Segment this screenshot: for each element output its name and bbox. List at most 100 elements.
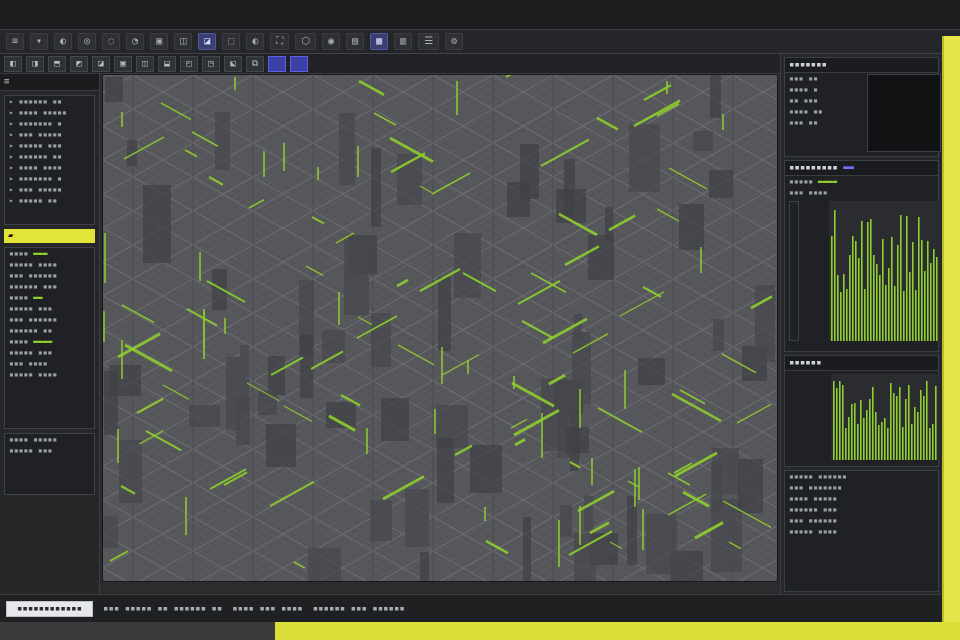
snap-icon[interactable]: ◳ [202, 55, 220, 72]
right-row[interactable]: ▪▪▪ ▪▪▪▪▪▪▪ [785, 482, 938, 493]
right-row[interactable]: ▪▪▪▪▪ ▬▬▬▬ [785, 176, 938, 187]
menu-item[interactable]: ▣ [150, 33, 169, 50]
signal-bar [912, 242, 914, 341]
right-row[interactable]: ▪▪▪▪▪ ▪▪▪▪ [785, 526, 938, 537]
split-icon[interactable]: ⬒ [48, 55, 66, 72]
shape-icon[interactable]: ⬕ [224, 55, 242, 72]
menu-item[interactable]: ◐ [54, 33, 73, 50]
right-row[interactable]: ▪▪▪▪▪▪ ▪▪▪ [785, 504, 938, 515]
property-row[interactable]: ▪▪▪▪ ▬▬▬ [5, 248, 94, 259]
property-row[interactable]: ▪▪▪▪▪ ▪▪▪ [5, 347, 94, 358]
property-row[interactable]: ▪▪▪ ▪▪▪▪▪▪ [5, 314, 94, 325]
signal-bar [839, 381, 841, 460]
signal-bar [929, 428, 931, 460]
right-row[interactable]: ▪▪▪ ▪▪▪▪ [785, 187, 938, 198]
grid-icon[interactable]: ◩ [70, 55, 88, 72]
menu-item[interactable]: ☰ [418, 33, 440, 50]
list-item[interactable]: ▸ ▪▪▪▪▪▪▪ ▪ [5, 173, 94, 184]
property-row[interactable]: ▪▪▪▪ ▬▬ [5, 292, 94, 303]
property-row[interactable]: ▪▪▪▪▪ ▪▪▪▪ [5, 259, 94, 270]
scene-block [572, 332, 591, 404]
menu-item[interactable]: ≡ [6, 33, 25, 50]
settings-icon[interactable]: ⚙ [445, 33, 464, 50]
menu-item[interactable]: ◐ [246, 33, 265, 50]
menu-item[interactable]: ▤ [346, 33, 365, 50]
menu-item[interactable]: ◎ [78, 33, 97, 50]
status-segment [0, 622, 276, 640]
menu-item[interactable]: ◔ [126, 33, 145, 50]
scene-block [574, 533, 596, 581]
list-item[interactable]: ▸ ▪▪▪▪▪▪ ▪▪ [5, 96, 94, 107]
menu-item[interactable]: ◫ [174, 33, 193, 50]
select-icon[interactable]: ▣ [114, 55, 132, 72]
scene-block [470, 445, 502, 493]
menu-item-active[interactable]: ▦ [370, 33, 389, 50]
view-icon[interactable]: ◫ [136, 55, 154, 72]
menu-item[interactable]: ◉ [322, 33, 341, 50]
scene-block [344, 240, 369, 315]
yellow-tab[interactable]: ▰ [4, 229, 95, 243]
property-row[interactable]: ▪▪▪▪▪ ▪▪▪▪ [5, 369, 94, 380]
signal-bar [894, 286, 896, 341]
bottom-field[interactable]: ▪▪▪▪▪▪▪▪▪▪▪▪ [6, 600, 94, 617]
graph-scrollbar[interactable] [789, 201, 799, 341]
signal-bar [905, 399, 907, 460]
list-item[interactable]: ▸ ▪▪▪▪▪ ▪▪ [5, 195, 94, 206]
yellow-edge-bar[interactable] [942, 36, 960, 622]
green-signal-graph [831, 374, 939, 460]
isometric-scene[interactable] [103, 75, 778, 582]
signal-bar [926, 381, 928, 460]
bottom-strip: ▪▪▪▪▪▪▪▪▪▪▪▪ ▪▪▪ ▪▪▪▪▪ ▪▪ ▪▪▪▪▪▪ ▪▪ ▪▪▪▪… [0, 594, 942, 622]
signal-bar [849, 255, 851, 341]
menu-item[interactable]: ◌ [102, 33, 121, 50]
bottom-label: ▪▪▪▪ ▪▪▪ ▪▪▪▪ [232, 603, 303, 614]
menu-item[interactable]: ⛶ [270, 33, 290, 50]
left-preview-block: ▪▪▪▪ ▪▪▪▪▪ ▪▪▪▪▪ ▪▪▪ [4, 433, 95, 495]
right-row[interactable]: ▪▪▪▪ ▪▪▪▪▪ [785, 493, 938, 504]
right-section-title: ▪▪▪▪▪▪ [785, 356, 938, 371]
signal-bar [840, 292, 842, 341]
scene-block [709, 170, 733, 198]
menu-item[interactable]: ▥ [394, 33, 413, 50]
menu-item[interactable]: ⬚ [222, 33, 241, 50]
signal-bar [927, 241, 929, 341]
signal-bar [831, 236, 833, 341]
right-row[interactable]: ▪▪▪ ▪▪▪▪▪▪ [785, 515, 938, 526]
signal-bar [897, 245, 899, 341]
property-row[interactable]: ▪▪▪▪ ▬▬▬▬ [5, 336, 94, 347]
list-item[interactable]: ▸ ▪▪▪ ▪▪▪▪▪ [5, 129, 94, 140]
property-row[interactable]: ▪▪▪ ▪▪▪▪ [5, 358, 94, 369]
signal-bar [854, 403, 856, 460]
box-icon[interactable]: ◰ [180, 55, 198, 72]
property-row[interactable]: ▪▪▪▪▪ ▪▪▪ [5, 303, 94, 314]
layer-icon[interactable]: ◧ [4, 55, 22, 72]
menu-item[interactable]: ▾ [30, 33, 49, 50]
frame-icon[interactable]: ◪ [92, 55, 110, 72]
list-item[interactable]: ▸ ▪▪▪▪ ▪▪▪▪ [5, 162, 94, 173]
property-row[interactable]: ▪▪▪ ▪▪▪▪▪▪ [5, 270, 94, 281]
scene-block [339, 113, 355, 185]
menu-item-active[interactable]: ◪ [198, 33, 217, 50]
scene-viewport[interactable] [102, 74, 778, 582]
menu-item[interactable]: ⬡ [295, 33, 317, 50]
scene-block [629, 124, 660, 192]
list-item[interactable]: ▸ ▪▪▪ ▪▪▪▪▪ [5, 184, 94, 195]
signal-bar [861, 221, 863, 341]
mini-preview[interactable] [867, 74, 941, 152]
active-tool-icon[interactable] [290, 55, 308, 72]
signal-bar [848, 417, 850, 460]
active-tool-icon[interactable] [268, 55, 286, 72]
signal-bar [893, 393, 895, 460]
list-item[interactable]: ▸ ▪▪▪▪ ▪▪▪▪▪ [5, 107, 94, 118]
panel-icon[interactable]: ◨ [26, 55, 44, 72]
property-row[interactable]: ▪▪▪▪▪▪ ▪▪ [5, 325, 94, 336]
list-item[interactable]: ▸ ▪▪▪▪▪▪▪ ▪ [5, 118, 94, 129]
duplicate-icon[interactable]: ⧉ [246, 55, 264, 72]
right-row[interactable]: ▪▪▪▪▪ ▪▪▪▪▪▪ [785, 471, 938, 482]
stack-icon[interactable]: ⬓ [158, 55, 176, 72]
list-item[interactable]: ▸ ▪▪▪▪▪▪ ▪▪ [5, 151, 94, 162]
bottom-label: ▪▪▪▪▪▪ ▪▪▪ ▪▪▪▪▪▪ [312, 603, 405, 614]
list-item[interactable]: ▸ ▪▪▪▪▪ ▪▪▪ [5, 140, 94, 151]
property-row[interactable]: ▪▪▪▪▪▪ ▪▪▪ [5, 281, 94, 292]
preview-row: ▪▪▪▪ ▪▪▪▪▪ [9, 435, 58, 444]
